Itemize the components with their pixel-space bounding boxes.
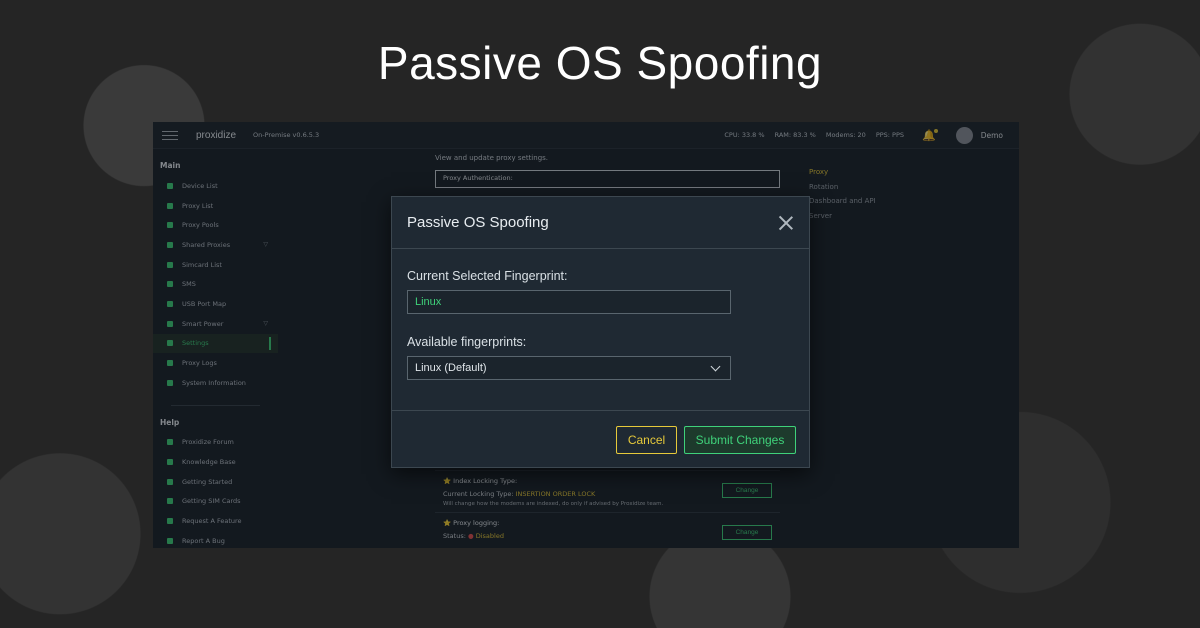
modal-header: Passive OS Spoofing (392, 197, 809, 249)
modal-title: Passive OS Spoofing (407, 214, 549, 231)
available-fingerprints-label: Available fingerprints: (407, 335, 527, 349)
submit-changes-button[interactable]: Submit Changes (684, 425, 796, 454)
chevron-down-icon (710, 361, 721, 371)
modal-body: Current Selected Fingerprint: Available … (392, 249, 809, 411)
current-fingerprint-input[interactable] (407, 290, 731, 314)
fingerprint-select[interactable]: Linux (Default) (407, 356, 731, 380)
hero-title: Passive OS Spoofing (377, 37, 823, 89)
cancel-button[interactable]: Cancel (616, 425, 677, 454)
fingerprint-select-value: Linux (Default) (415, 362, 487, 374)
current-fingerprint-label: Current Selected Fingerprint: (407, 269, 568, 283)
close-icon[interactable] (778, 215, 794, 231)
passive-os-spoofing-modal: Passive OS Spoofing Current Selected Fin… (391, 196, 810, 468)
modal-footer: Cancel Submit Changes (392, 411, 809, 468)
